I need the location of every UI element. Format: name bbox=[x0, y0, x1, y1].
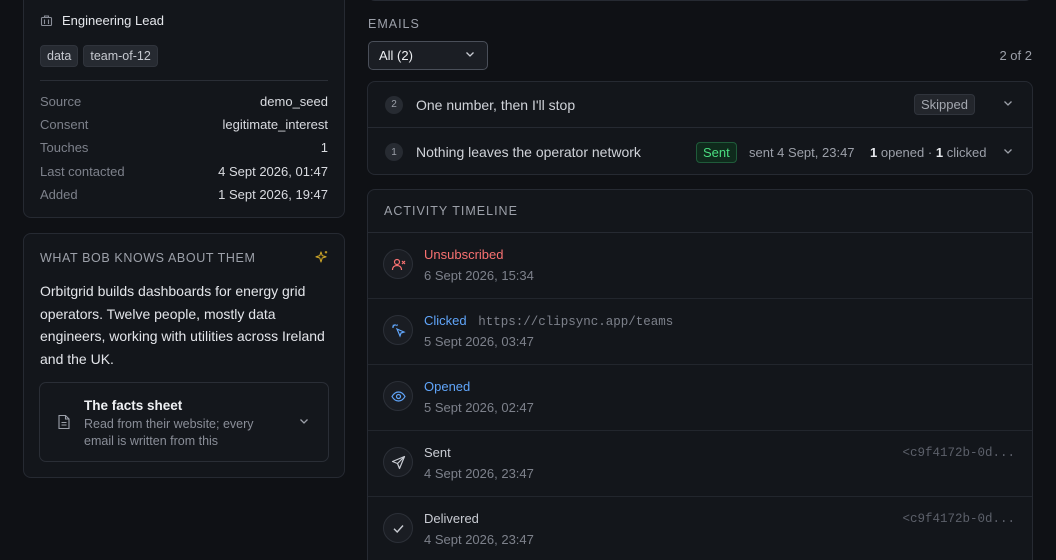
field-key: Consent bbox=[40, 117, 89, 132]
activity-timeline: ACTIVITY TIMELINE Unsubscribed 6 Sept 20… bbox=[367, 189, 1033, 560]
chevron-down-icon[interactable] bbox=[1002, 97, 1014, 112]
check-icon bbox=[383, 513, 413, 543]
timeline-time: 6 Sept 2026, 15:34 bbox=[424, 268, 534, 283]
timeline-item-opened: Opened 5 Sept 2026, 02:47 bbox=[368, 365, 1032, 431]
divider bbox=[40, 80, 328, 81]
field-added: Added 1 Sept 2026, 19:47 bbox=[40, 187, 328, 202]
field-value: legitimate_interest bbox=[222, 117, 329, 132]
field-touches: Touches 1 bbox=[40, 140, 328, 155]
tag[interactable]: team-of-12 bbox=[83, 45, 158, 67]
timeline-title: ACTIVITY TIMELINE bbox=[384, 204, 518, 218]
facts-sheet-toggle[interactable]: The facts sheet Read from their website;… bbox=[39, 382, 329, 462]
timeline-event: Unsubscribed bbox=[424, 247, 504, 262]
tag[interactable]: data bbox=[40, 45, 79, 67]
stats-separator: · bbox=[927, 144, 933, 160]
profile-card: Engineering Lead data team-of-12 Source … bbox=[23, 0, 345, 218]
field-value: 1 Sept 2026, 19:47 bbox=[218, 187, 328, 202]
email-row[interactable]: 1 Nothing leaves the operator network Se… bbox=[368, 129, 1032, 175]
timeline-event-row: Clicked https://clipsync.app/teams bbox=[424, 313, 673, 329]
message-id: <c9f4172b-0d... bbox=[902, 446, 1015, 460]
field-consent: Consent legitimate_interest bbox=[40, 117, 328, 132]
email-subject: Nothing leaves the operator network bbox=[416, 144, 641, 160]
emails-filter-select[interactable]: All (2) bbox=[368, 41, 488, 70]
emails-list: 2 One number, then I'll stop Skipped 1 N… bbox=[367, 81, 1033, 175]
timeline-item-unsubscribed: Unsubscribed 6 Sept 2026, 15:34 bbox=[368, 233, 1032, 299]
field-last-contacted: Last contacted 4 Sept 2026, 01:47 bbox=[40, 164, 328, 179]
email-number: 1 bbox=[385, 143, 403, 161]
chevron-down-icon[interactable] bbox=[1002, 145, 1014, 160]
facts-title: The facts sheet bbox=[84, 398, 183, 413]
timeline-item-delivered: Delivered 4 Sept 2026, 23:47 <c9f4172b-0… bbox=[368, 497, 1032, 560]
tag-list: data team-of-12 bbox=[40, 45, 158, 67]
clicked-url[interactable]: https://clipsync.app/teams bbox=[478, 315, 673, 329]
role-row: Engineering Lead bbox=[40, 13, 164, 28]
timeline-time: 4 Sept 2026, 23:47 bbox=[424, 532, 534, 547]
timeline-time: 5 Sept 2026, 03:47 bbox=[424, 334, 534, 349]
sent-timestamp: sent 4 Sept, 23:47 bbox=[749, 144, 855, 160]
opened-count: 1 bbox=[870, 144, 878, 160]
chevron-down-icon bbox=[298, 415, 310, 430]
chevron-down-icon bbox=[464, 48, 476, 63]
select-value: All (2) bbox=[379, 48, 413, 63]
emails-count: 2 of 2 bbox=[999, 48, 1032, 63]
document-icon bbox=[57, 414, 71, 433]
timeline-event: Opened bbox=[424, 379, 471, 394]
field-value: demo_seed bbox=[260, 94, 328, 109]
field-key: Touches bbox=[40, 140, 89, 155]
timeline-item-clicked: Clicked https://clipsync.app/teams 5 Sep… bbox=[368, 299, 1032, 365]
field-value: 4 Sept 2026, 01:47 bbox=[218, 164, 328, 179]
knows-body: Orbitgrid builds dashboards for energy g… bbox=[40, 283, 325, 368]
engagement-stats: 1 opened · 1 clicked bbox=[870, 145, 986, 160]
knows-card: WHAT BOB KNOWS ABOUT THEM Orbitgrid buil… bbox=[23, 233, 345, 478]
email-row[interactable]: 2 One number, then I'll stop Skipped bbox=[368, 82, 1032, 128]
previous-card-edge bbox=[367, 0, 1033, 1]
briefcase-icon bbox=[40, 14, 53, 27]
field-key: Source bbox=[40, 94, 82, 109]
sparkle-icon bbox=[315, 250, 329, 267]
field-key: Last contacted bbox=[40, 164, 125, 179]
send-icon bbox=[383, 447, 413, 477]
timeline-event: Delivered bbox=[424, 511, 479, 526]
field-source: Source demo_seed bbox=[40, 94, 328, 109]
opened-label: opened bbox=[880, 144, 925, 160]
facts-subtitle: Read from their website; every email is … bbox=[84, 417, 254, 448]
emails-section-label: EMAILS bbox=[368, 17, 420, 31]
timeline-event: Sent bbox=[424, 445, 451, 460]
role-label: Engineering Lead bbox=[62, 13, 164, 28]
email-subject: One number, then I'll stop bbox=[416, 96, 576, 113]
timeline-time: 4 Sept 2026, 23:47 bbox=[424, 466, 534, 481]
timeline-time: 5 Sept 2026, 02:47 bbox=[424, 400, 534, 415]
message-id: <c9f4172b-0d... bbox=[902, 512, 1015, 526]
status-badge: Sent bbox=[696, 141, 737, 163]
eye-icon bbox=[383, 381, 413, 411]
clicked-count: 1 bbox=[935, 144, 944, 160]
clicked-label: clicked bbox=[946, 144, 987, 160]
timeline-item-sent: Sent 4 Sept 2026, 23:47 <c9f4172b-0d... bbox=[368, 431, 1032, 497]
knows-title: WHAT BOB KNOWS ABOUT THEM bbox=[40, 251, 256, 265]
user-x-icon bbox=[383, 249, 413, 279]
field-key: Added bbox=[40, 187, 78, 202]
email-number: 2 bbox=[385, 95, 403, 114]
status-badge: Skipped bbox=[914, 94, 975, 115]
field-value: 1 bbox=[320, 140, 328, 155]
cursor-click-icon bbox=[383, 315, 413, 345]
timeline-event: Clicked bbox=[424, 313, 467, 328]
